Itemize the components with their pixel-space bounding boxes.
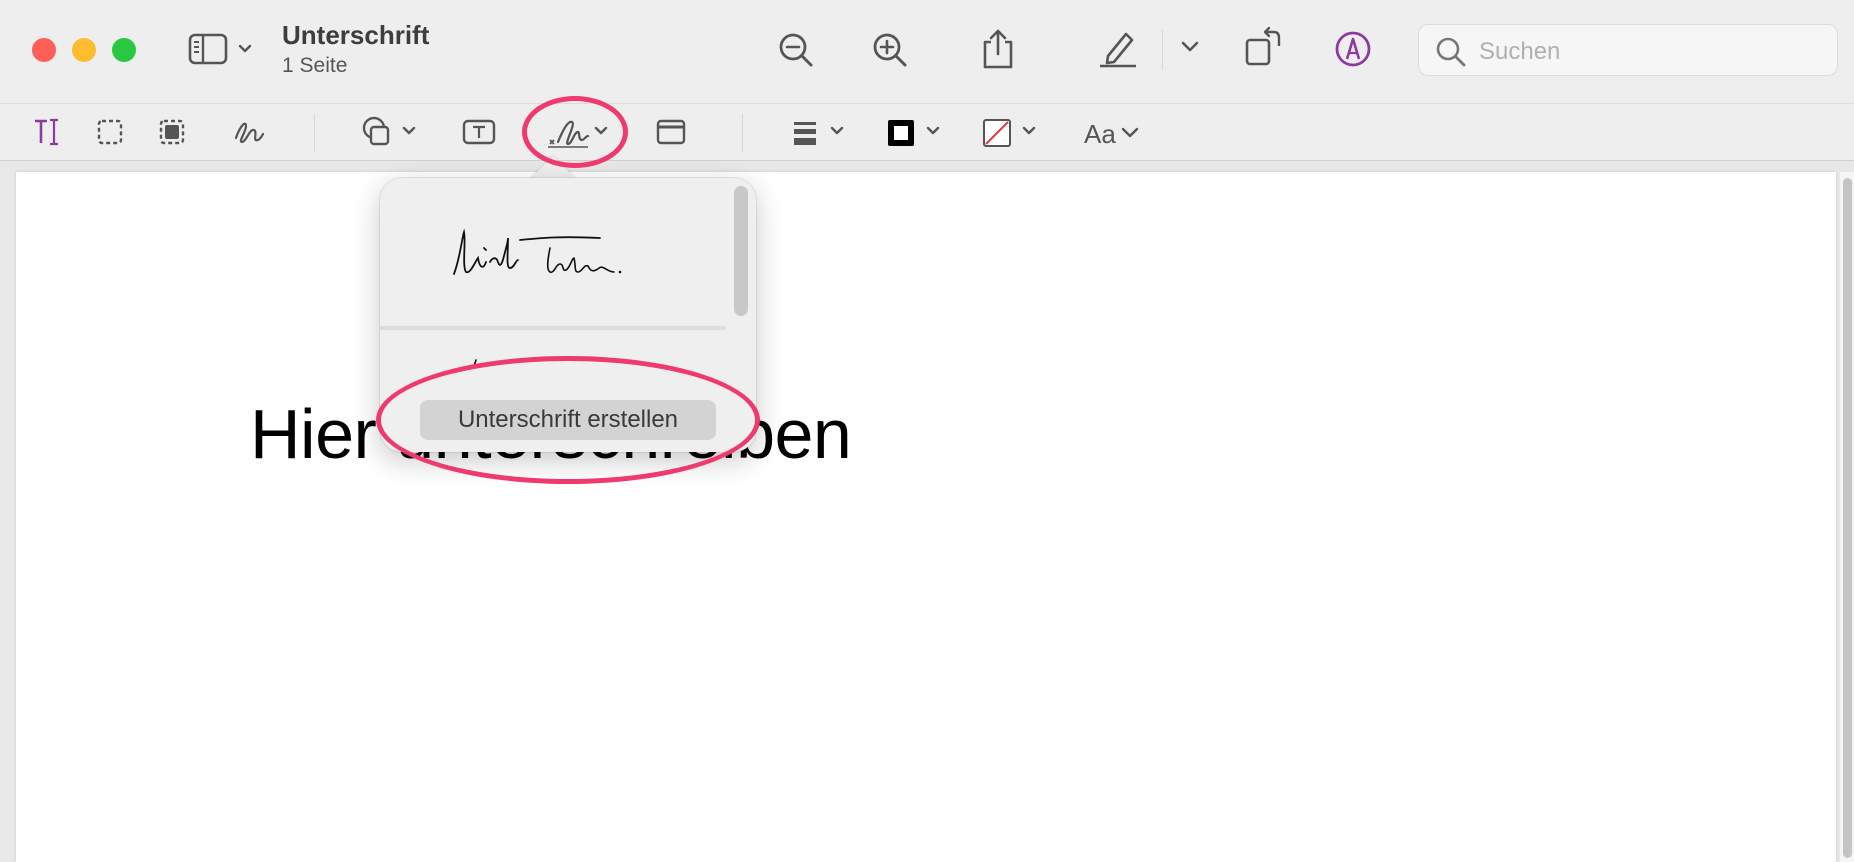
- note-button[interactable]: [656, 118, 686, 146]
- popover-scroll-thumb[interactable]: [734, 186, 748, 316]
- share-button[interactable]: [980, 28, 1016, 70]
- text-selection-icon: [35, 118, 58, 146]
- create-signature-highlight: [376, 356, 760, 484]
- chevron-down-icon: [1121, 127, 1139, 138]
- markup-divider: [742, 114, 743, 152]
- note-icon: [656, 119, 686, 145]
- toolbar-divider: [1162, 30, 1163, 70]
- smart-lasso-icon: [159, 119, 185, 145]
- sketch-icon: [234, 122, 265, 144]
- sidebar-icon: [188, 33, 252, 65]
- zoom-in-icon: [873, 33, 907, 67]
- text-box-icon: [462, 119, 496, 145]
- document-scroll-thumb[interactable]: [1843, 178, 1852, 858]
- rotate-button[interactable]: [1244, 26, 1284, 68]
- markup-divider: [314, 114, 315, 152]
- markup-icon: [1335, 31, 1371, 67]
- border-color-button[interactable]: [886, 116, 942, 148]
- text-box-button[interactable]: [462, 118, 496, 146]
- rect-selection-button[interactable]: [96, 118, 124, 146]
- chevron-down-icon: [238, 44, 252, 53]
- zoom-out-button[interactable]: [776, 30, 816, 70]
- search-placeholder: Suchen: [1479, 38, 1561, 65]
- fill-color-icon: [983, 119, 1036, 147]
- line-style-icon: [794, 122, 844, 145]
- window-subtitle: 1 Seite: [282, 54, 348, 77]
- text-style-label: Aa: [1084, 119, 1116, 149]
- minimize-window-button[interactable]: [72, 38, 96, 62]
- sketch-button[interactable]: [232, 116, 266, 148]
- zoom-in-button[interactable]: [870, 30, 910, 70]
- border-color-icon: [888, 120, 940, 146]
- title-bar: Unterschrift 1 Seite Suchen: [0, 0, 1854, 104]
- line-style-button[interactable]: [792, 116, 848, 148]
- highlight-options-button[interactable]: [1180, 40, 1200, 54]
- rect-selection-icon: [97, 119, 123, 145]
- fill-color-button[interactable]: [982, 116, 1038, 148]
- sidebar-toggle-button[interactable]: [188, 32, 258, 68]
- signature-tool-highlight: [522, 96, 628, 168]
- search-icon: [1436, 37, 1466, 67]
- zoom-out-icon: [779, 33, 813, 67]
- zoom-window-button[interactable]: [112, 38, 136, 62]
- smart-lasso-button[interactable]: [158, 118, 186, 146]
- highlight-pen-icon: [1100, 32, 1136, 68]
- chevron-down-icon: [1181, 41, 1199, 52]
- rotate-icon: [1245, 26, 1281, 66]
- markup-button[interactable]: [1334, 30, 1372, 68]
- markup-toolbar: Aa: [0, 104, 1854, 161]
- close-window-button[interactable]: [32, 38, 56, 62]
- document-page[interactable]: [16, 172, 1836, 862]
- saved-signature[interactable]: [380, 178, 726, 326]
- search-field[interactable]: Suchen: [1418, 24, 1838, 76]
- highlight-button[interactable]: [1098, 28, 1140, 68]
- window-title: Unterschrift: [282, 20, 430, 50]
- share-icon: [983, 29, 1013, 69]
- text-selection-button[interactable]: [32, 116, 64, 148]
- text-style-button[interactable]: Aa: [1084, 116, 1164, 150]
- shapes-icon: [362, 116, 416, 146]
- handwritten-signature-image: [453, 228, 622, 275]
- shapes-button[interactable]: [360, 114, 420, 150]
